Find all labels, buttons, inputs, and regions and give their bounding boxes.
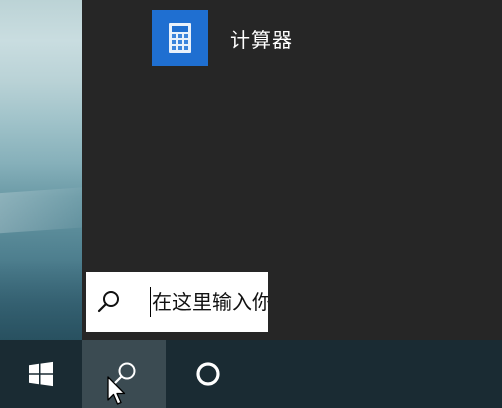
cortana-button[interactable]: [166, 340, 250, 408]
search-icon: [86, 272, 130, 332]
calculator-app-tile: [152, 10, 208, 66]
taskbar: [0, 340, 502, 408]
mouse-cursor: [107, 376, 126, 405]
search-result-label: 计算器: [230, 27, 293, 52]
cortana-circle-icon: [196, 362, 220, 386]
start-button[interactable]: [0, 340, 82, 408]
text-caret: [150, 287, 151, 317]
windows-logo-icon: [29, 361, 53, 387]
desktop-wallpaper: [0, 0, 82, 340]
calculator-icon: [169, 23, 191, 53]
search-input[interactable]: [152, 290, 268, 314]
search-result-calculator[interactable]: 计算器: [152, 10, 293, 66]
search-box[interactable]: [86, 272, 268, 332]
